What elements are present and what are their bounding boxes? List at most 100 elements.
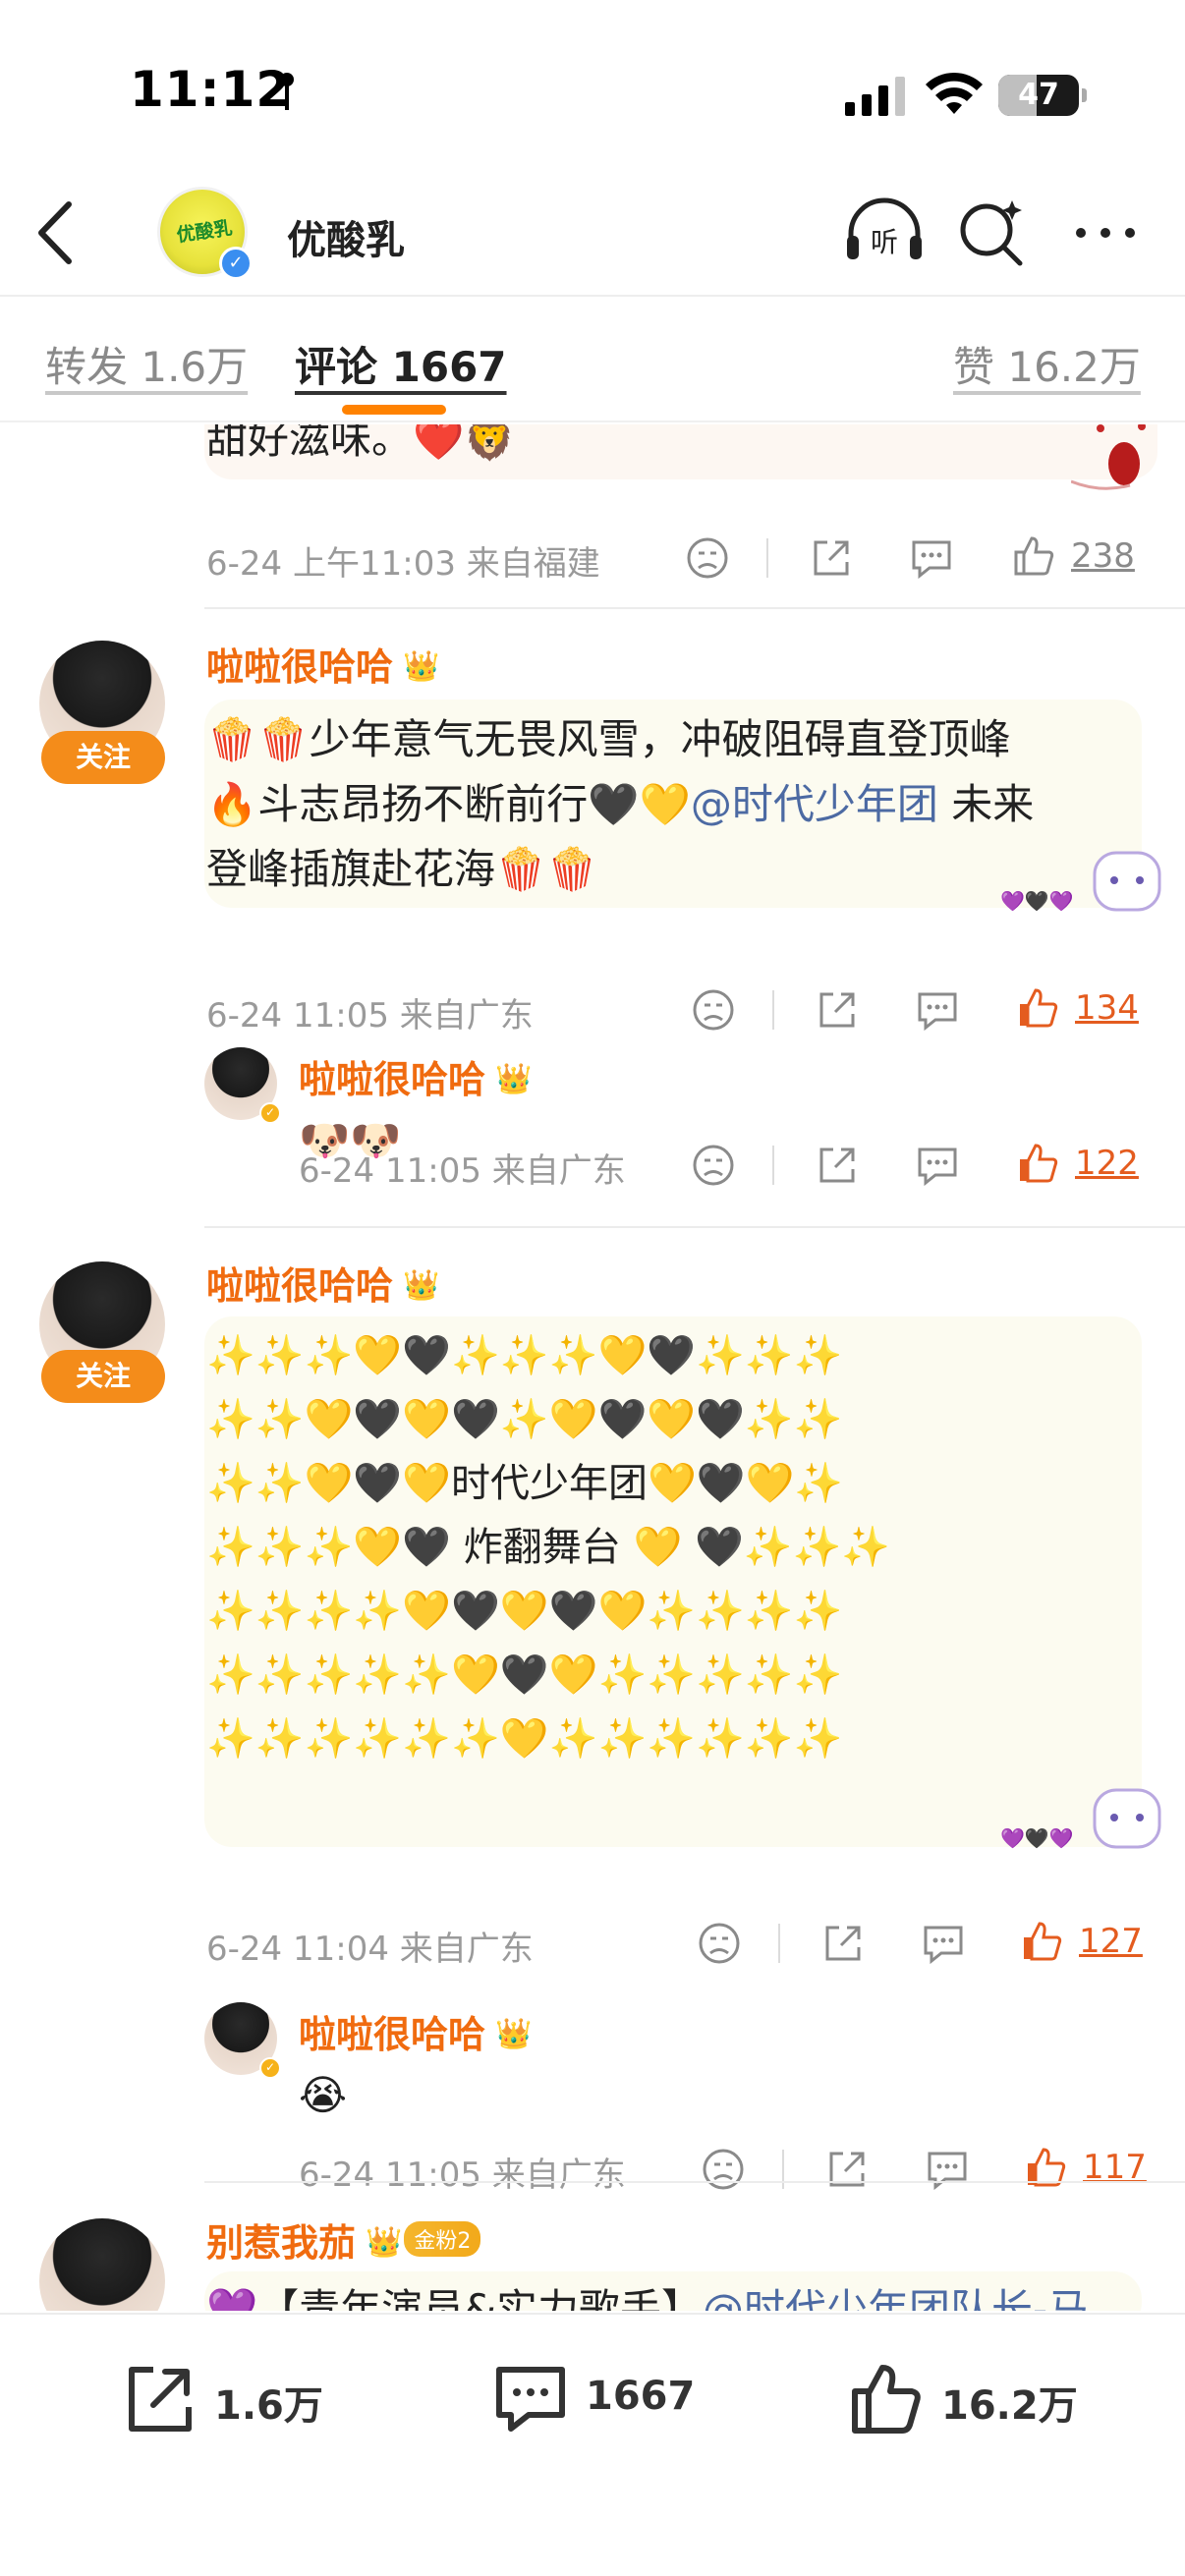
comment-text-part: 💜【青年演员&实力歌手】 (206, 2285, 704, 2311)
username-text: 别惹我茄 (206, 2221, 357, 2265)
svg-text:💜🖤💜: 💜🖤💜 (1000, 889, 1074, 913)
mention-link[interactable]: @时代少年团队长-马 (703, 2285, 1089, 2311)
reply-username[interactable]: 啦啦很哈哈 👑 (299, 1049, 532, 1103)
like-icon-active[interactable] (1014, 1140, 1061, 1187)
username-text: 啦啦很哈哈 (206, 645, 394, 689)
share-icon[interactable] (819, 1920, 867, 1967)
verified-badge-icon: ✓ (259, 2057, 281, 2079)
reply-text: 😭 (299, 2071, 348, 2119)
username-text: 啦啦很哈哈 (299, 2013, 486, 2056)
comment-button[interactable]: 1667 (491, 2360, 727, 2438)
bottom-action-bar: 1.6万 1667 16.2万 (0, 2313, 1185, 2576)
repost-button[interactable]: 1.6万 (120, 2360, 336, 2438)
comment-item: 关注 啦啦很哈哈 👑 ✨✨✨💛🖤✨✨✨💛🖤✨✨✨ ✨✨💛🖤💛🖤✨💛🖤💛🖤✨✨ ✨✨… (0, 1232, 1185, 1969)
tab-likes[interactable]: 赞 16.2万 (953, 334, 1141, 394)
comment-text: ✨✨✨💛🖤✨✨✨💛🖤✨✨✨ ✨✨💛🖤💛🖤✨💛🖤💛🖤✨✨ ✨✨💛🖤💛时代少年团💛🖤… (206, 1333, 891, 1762)
comment-icon[interactable] (914, 986, 961, 1034)
location-icon (280, 73, 294, 110)
avatar[interactable] (39, 2218, 165, 2311)
comment-text: 甜好滋味。❤️🦁 (206, 424, 516, 463)
share-icon[interactable] (814, 986, 861, 1034)
top-nav-bar: 优酸乳 ✓ 优酸乳 听 (0, 167, 1185, 297)
comment-item: 别惹我茄 👑 金粉2 💜【青年演员&实力歌手】@时代少年团队长-马 (0, 2183, 1185, 2311)
like-icon[interactable] (1010, 532, 1057, 580)
username[interactable]: 啦啦很哈哈 👑 (206, 1256, 439, 1310)
account-avatar[interactable]: 优酸乳 ✓ (157, 187, 253, 280)
dislike-icon[interactable] (684, 534, 731, 582)
comment-text: 💜【青年演员&实力歌手】@时代少年团队长-马 (206, 2277, 1150, 2311)
dislike-icon[interactable] (696, 1920, 743, 1967)
svg-text:听: 听 (871, 226, 898, 258)
bubble-decoration-icon: 💜🖤💜 (1000, 851, 1161, 913)
comment-meta: 6-24 11:05 来自广东 (206, 996, 534, 1036)
like-button[interactable]: 16.2万 (847, 2360, 1102, 2438)
follow-button[interactable]: 关注 (41, 731, 165, 784)
tab-comments[interactable]: 评论 1667 (295, 334, 507, 394)
separator (778, 1924, 780, 1963)
like-icon (852, 2365, 921, 2434)
reply-avatar[interactable]: ✓ (204, 2002, 281, 2079)
reply-username[interactable]: 啦啦很哈哈 👑 (299, 2004, 532, 2058)
verified-badge-icon: ✓ (219, 247, 253, 280)
active-tab-indicator (342, 405, 446, 415)
reply-item: ✓ 啦啦很哈哈 👑 😭 6-24 11:05 来自广东 117 (0, 2002, 1185, 2195)
reply-actions: 6-24 11:05 来自广东 122 (0, 1144, 1185, 1230)
like-count[interactable]: 238 (1071, 536, 1135, 576)
separator (766, 538, 768, 578)
username[interactable]: 别惹我茄 👑 金粉2 (206, 2212, 481, 2267)
dislike-icon[interactable] (690, 986, 737, 1034)
comment-icon (496, 2367, 565, 2432)
listen-icon[interactable]: 听 (843, 196, 926, 267)
reply-avatar[interactable]: ✓ (204, 1047, 281, 1124)
comment-meta: 6-24 上午11:03 来自福建 (206, 544, 600, 584)
status-time: 11:12 (130, 61, 292, 118)
share-icon[interactable] (808, 534, 855, 582)
separator (772, 990, 774, 1030)
repost-count: 1.6万 (214, 2383, 323, 2429)
battery-level-text: 47 (1018, 78, 1059, 112)
signal-icon (845, 77, 905, 116)
like-count[interactable]: 127 (1079, 1922, 1143, 1961)
comment-text: 🍿🍿少年意气无畏风雪，冲破阻碍直登顶峰 🔥斗志昂扬不断前行🖤💛@时代少年团 未来… (206, 707, 1130, 902)
brand-logo: 优酸乳 (175, 217, 234, 247)
search-icon[interactable] (955, 196, 1030, 267)
crown-icon: 👑 (495, 2017, 533, 2051)
comment-icon[interactable] (914, 1142, 961, 1189)
like-count[interactable]: 134 (1075, 988, 1139, 1028)
fan-badge: 金粉2 (404, 2221, 481, 2257)
like-icon-active[interactable] (1018, 1918, 1065, 1965)
comment-icon[interactable] (908, 534, 955, 582)
bubble-decoration-icon: 💜🖤💜 (1000, 1788, 1161, 1850)
reply-meta: 6-24 11:05 来自广东 (299, 1151, 626, 1191)
dislike-icon[interactable] (690, 1142, 737, 1189)
comment-actions: 127 (0, 1920, 1185, 1979)
svg-text:💜🖤💜: 💜🖤💜 (1000, 1826, 1074, 1850)
back-icon[interactable] (28, 196, 86, 269)
account-name[interactable]: 优酸乳 (287, 208, 405, 265)
crown-icon: 👑 (495, 1062, 533, 1096)
tab-reposts[interactable]: 转发 1.6万 (45, 334, 248, 394)
wifi-icon (926, 72, 983, 114)
username[interactable]: 啦啦很哈哈 👑 (206, 637, 439, 691)
like-count: 16.2万 (941, 2383, 1078, 2429)
username-text: 啦啦很哈哈 (299, 1058, 486, 1101)
comment-icon[interactable] (920, 1920, 967, 1967)
like-count[interactable]: 122 (1075, 1144, 1139, 1183)
crown-icon: 👑 (403, 649, 440, 684)
battery-indicator: 47 (998, 75, 1087, 116)
decoration-icon (1071, 424, 1146, 490)
separator (772, 1146, 774, 1185)
crown-icon: 👑 (366, 2225, 403, 2260)
comment-count: 1667 (586, 2374, 696, 2419)
more-icon[interactable] (1071, 218, 1140, 248)
comment-item: 甜好滋味。❤️🦁 6-24 上午11:03 来自福建 238 (0, 424, 1185, 609)
mention-link[interactable]: @时代少年团 (691, 780, 938, 828)
crown-icon: 👑 (403, 1268, 440, 1303)
share-icon[interactable] (814, 1142, 861, 1189)
divider (204, 1226, 1185, 1228)
comment-list: 甜好滋味。❤️🦁 6-24 上午11:03 来自福建 238 关注 啦啦很哈哈 … (0, 424, 1185, 2311)
verified-badge-icon: ✓ (259, 1102, 281, 1124)
like-icon-active[interactable] (1014, 984, 1061, 1032)
status-bar: 11:12 47 (0, 0, 1185, 167)
follow-button[interactable]: 关注 (41, 1350, 165, 1403)
